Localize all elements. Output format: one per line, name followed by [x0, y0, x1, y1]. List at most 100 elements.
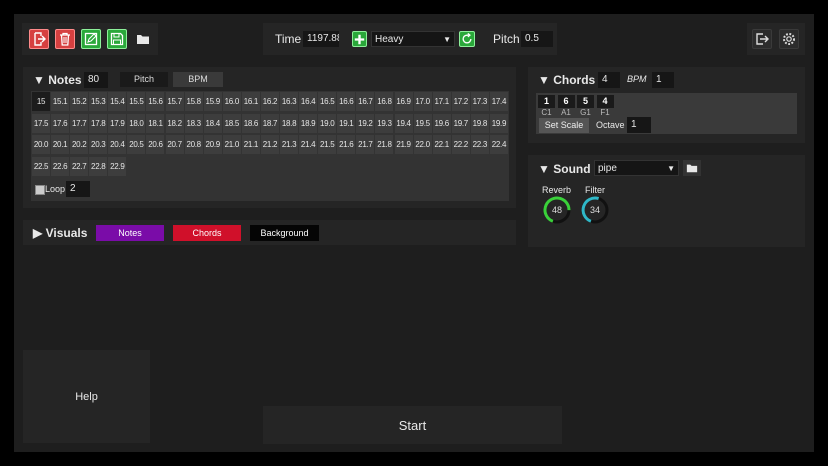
octave-input[interactable]: 1: [627, 117, 651, 133]
note-cell[interactable]: 20.0: [32, 135, 50, 154]
note-cell[interactable]: 15.6: [146, 92, 165, 111]
loop-checkbox[interactable]: [35, 185, 45, 195]
exit-button[interactable]: [752, 29, 772, 49]
chord-item[interactable]: 5 G1: [577, 95, 594, 117]
note-cell[interactable]: 18.3: [184, 113, 203, 133]
settings-button[interactable]: [779, 29, 799, 49]
note-cell[interactable]: 20.5: [127, 135, 146, 154]
note-cell[interactable]: 17.7: [70, 113, 89, 133]
note-cell[interactable]: 15.8: [184, 92, 203, 111]
note-cell[interactable]: 17.4: [489, 92, 508, 111]
note-cell[interactable]: 16.1: [241, 92, 260, 111]
note-cell[interactable]: 21.9: [394, 135, 413, 154]
note-cell[interactable]: 16.0: [222, 92, 241, 111]
note-cell[interactable]: 21.8: [375, 135, 394, 154]
note-cell[interactable]: 17.0: [413, 92, 432, 111]
note-cell[interactable]: 18.1: [146, 113, 165, 133]
note-cell[interactable]: 16.2: [260, 92, 279, 111]
note-cell[interactable]: 18.6: [241, 113, 260, 133]
note-cell[interactable]: 21.1: [241, 135, 260, 154]
note-cell[interactable]: 15.9: [203, 92, 222, 111]
note-cell[interactable]: 20.6: [146, 135, 165, 154]
preset-select[interactable]: Heavy ▼: [371, 31, 455, 47]
close-file-button[interactable]: [29, 29, 49, 49]
time-input[interactable]: 1197.88: [303, 31, 339, 47]
note-cell[interactable]: 22.4: [489, 135, 508, 154]
note-cell[interactable]: 21.3: [280, 135, 299, 154]
note-cell[interactable]: 22.0: [413, 135, 432, 154]
note-cell[interactable]: 19.4: [394, 113, 413, 133]
note-cell[interactable]: 16.3: [280, 92, 299, 111]
notes-collapse-toggle[interactable]: ▼ Notes: [33, 73, 82, 87]
save-button[interactable]: [107, 29, 127, 49]
edit-button[interactable]: [81, 29, 101, 49]
pitch-input[interactable]: 0.5: [521, 31, 553, 47]
background-color-button[interactable]: Background: [250, 225, 319, 241]
note-cell[interactable]: 22.9: [108, 156, 127, 176]
note-cell[interactable]: 18.2: [165, 113, 184, 133]
note-cell[interactable]: 22.8: [89, 156, 108, 176]
note-cell[interactable]: 17.8: [89, 113, 108, 133]
tab-pitch[interactable]: Pitch: [120, 72, 168, 87]
visuals-collapse-toggle[interactable]: ▶ Visuals: [33, 226, 87, 240]
note-cell[interactable]: 15.3: [89, 92, 108, 111]
note-cell[interactable]: 19.9: [489, 113, 508, 133]
note-cell[interactable]: 21.5: [318, 135, 337, 154]
note-cell[interactable]: 21.2: [260, 135, 279, 154]
note-cell[interactable]: 20.7: [165, 135, 184, 154]
note-cell[interactable]: 20.4: [108, 135, 127, 154]
note-cell[interactable]: 16.8: [375, 92, 394, 111]
note-cell[interactable]: 16.5: [318, 92, 337, 111]
open-sound-button[interactable]: [683, 160, 701, 176]
note-cell[interactable]: 17.3: [470, 92, 489, 111]
note-cell[interactable]: 17.2: [451, 92, 470, 111]
note-cell[interactable]: 18.4: [203, 113, 222, 133]
note-cell[interactable]: 15.4: [108, 92, 127, 111]
note-cell[interactable]: 15.7: [165, 92, 184, 111]
start-button[interactable]: Start: [263, 406, 562, 444]
note-cell[interactable]: 15.2: [70, 92, 89, 111]
note-cell[interactable]: 19.1: [337, 113, 356, 133]
note-cell[interactable]: 16.4: [299, 92, 318, 111]
chord-item[interactable]: 4 F1: [596, 95, 614, 117]
note-cell[interactable]: 21.7: [356, 135, 375, 154]
note-cell[interactable]: 19.7: [451, 113, 470, 133]
note-cell[interactable]: 20.2: [70, 135, 89, 154]
note-cell[interactable]: 19.2: [356, 113, 375, 133]
chords-count-input[interactable]: 4: [598, 72, 620, 88]
note-cell[interactable]: 16.9: [394, 92, 413, 111]
note-cell[interactable]: 19.3: [375, 113, 394, 133]
note-cell[interactable]: 22.2: [451, 135, 470, 154]
chord-item[interactable]: 6 A1: [557, 95, 575, 117]
notes-count-input[interactable]: 80: [84, 72, 108, 88]
note-cell[interactable]: 20.8: [184, 135, 203, 154]
add-button[interactable]: [352, 31, 367, 47]
note-cell[interactable]: 18.7: [260, 113, 279, 133]
note-cell[interactable]: 19.8: [470, 113, 489, 133]
note-cell[interactable]: 21.0: [222, 135, 241, 154]
note-cell[interactable]: 22.3: [470, 135, 489, 154]
note-cell[interactable]: 19.5: [413, 113, 432, 133]
note-cell[interactable]: 21.4: [299, 135, 318, 154]
note-cell[interactable]: 20.1: [51, 135, 70, 154]
reverb-knob[interactable]: 48: [542, 195, 572, 225]
reset-button[interactable]: [459, 31, 475, 47]
instrument-select[interactable]: pipe ▼: [594, 160, 679, 176]
note-cell[interactable]: 18.9: [299, 113, 318, 133]
note-cell[interactable]: 17.1: [432, 92, 451, 111]
note-cell[interactable]: 17.6: [51, 113, 70, 133]
chords-bpm-input[interactable]: 1: [652, 72, 674, 88]
note-cell[interactable]: 22.1: [432, 135, 451, 154]
help-button[interactable]: Help: [23, 350, 150, 443]
note-cell[interactable]: 16.6: [337, 92, 356, 111]
set-scale-button[interactable]: Set Scale: [539, 118, 589, 133]
note-cell[interactable]: 22.7: [70, 156, 89, 176]
note-cell[interactable]: 22.6: [51, 156, 70, 176]
note-cell[interactable]: 22.5: [32, 156, 50, 176]
chord-item[interactable]: 1 C1: [538, 95, 555, 117]
loop-input[interactable]: 2: [66, 181, 90, 197]
note-cell[interactable]: 17.5: [32, 113, 50, 133]
tab-bpm[interactable]: BPM: [173, 72, 223, 87]
note-cell[interactable]: 15: [32, 92, 50, 111]
notes-color-button[interactable]: Notes: [96, 225, 164, 241]
